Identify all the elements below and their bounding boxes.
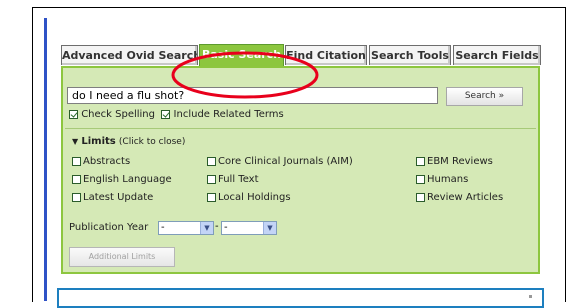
related-terms-label: Include Related Terms [173, 109, 284, 120]
left-accent-bar [44, 18, 47, 301]
limit-english-language[interactable]: English Language [72, 174, 172, 185]
limits-title: Limits [81, 136, 116, 147]
limit-label: Humans [427, 174, 469, 185]
panel-divider [65, 128, 536, 129]
select-value: - [224, 222, 228, 233]
limit-label: Abstracts [83, 156, 131, 167]
search-options: Check Spelling Include Related Terms [69, 109, 284, 121]
limit-checkbox[interactable] [416, 156, 425, 166]
publication-year-from-select[interactable]: - ▼ [158, 221, 214, 235]
check-spelling-label: Check Spelling [81, 109, 155, 120]
select-value: - [161, 222, 165, 233]
chevron-down-icon: ▼ [263, 222, 276, 234]
limit-checkbox[interactable] [207, 192, 216, 202]
limit-label: Latest Update [83, 192, 154, 203]
limit-checkbox[interactable] [72, 156, 81, 166]
related-terms-checkbox[interactable] [161, 110, 171, 119]
limit-checkbox[interactable] [207, 156, 216, 166]
limits-hint: (Click to close) [118, 137, 186, 147]
limit-label: EBM Reviews [427, 156, 493, 167]
check-spelling-checkbox[interactable] [69, 110, 78, 119]
annotation-circle-icon [171, 51, 319, 99]
limits-header[interactable]: ▼ Limits (Click to close) [72, 136, 185, 147]
tab-search-fields[interactable]: Search Fields [453, 45, 541, 65]
limit-checkbox[interactable] [72, 192, 81, 202]
limit-review-articles[interactable]: Review Articles [416, 192, 503, 203]
limit-label: Local Holdings [218, 192, 291, 203]
limit-checkbox[interactable] [416, 192, 425, 202]
year-separator: - [215, 221, 219, 232]
publication-year-to-select[interactable]: - ▼ [221, 221, 277, 235]
limit-label: English Language [83, 174, 172, 185]
search-button[interactable]: Search » [446, 87, 523, 106]
limit-humans[interactable]: Humans [416, 174, 468, 185]
limit-label: Review Articles [427, 192, 504, 203]
additional-limits-button[interactable]: Additional Limits [69, 247, 175, 267]
limit-abstracts[interactable]: Abstracts [72, 156, 130, 167]
limit-checkbox[interactable] [416, 174, 425, 184]
triangle-down-icon: ▼ [72, 137, 79, 146]
limit-latest-update[interactable]: Latest Update [72, 192, 153, 203]
limit-checkbox[interactable] [72, 174, 81, 184]
limit-local-holdings[interactable]: Local Holdings [207, 192, 291, 203]
results-panel [57, 288, 544, 308]
limit-checkbox[interactable] [207, 174, 216, 184]
limit-core-clinical-journals[interactable]: Core Clinical Journals (AIM) [207, 156, 353, 167]
limit-label: Full Text [218, 174, 259, 185]
limit-ebm-reviews[interactable]: EBM Reviews [416, 156, 493, 167]
chevron-down-icon: ▼ [200, 222, 213, 234]
publication-year-label: Publication Year [69, 222, 149, 233]
limit-label: Core Clinical Journals (AIM) [218, 156, 353, 167]
tab-search-tools[interactable]: Search Tools [369, 45, 451, 65]
limit-full-text[interactable]: Full Text [207, 174, 259, 185]
